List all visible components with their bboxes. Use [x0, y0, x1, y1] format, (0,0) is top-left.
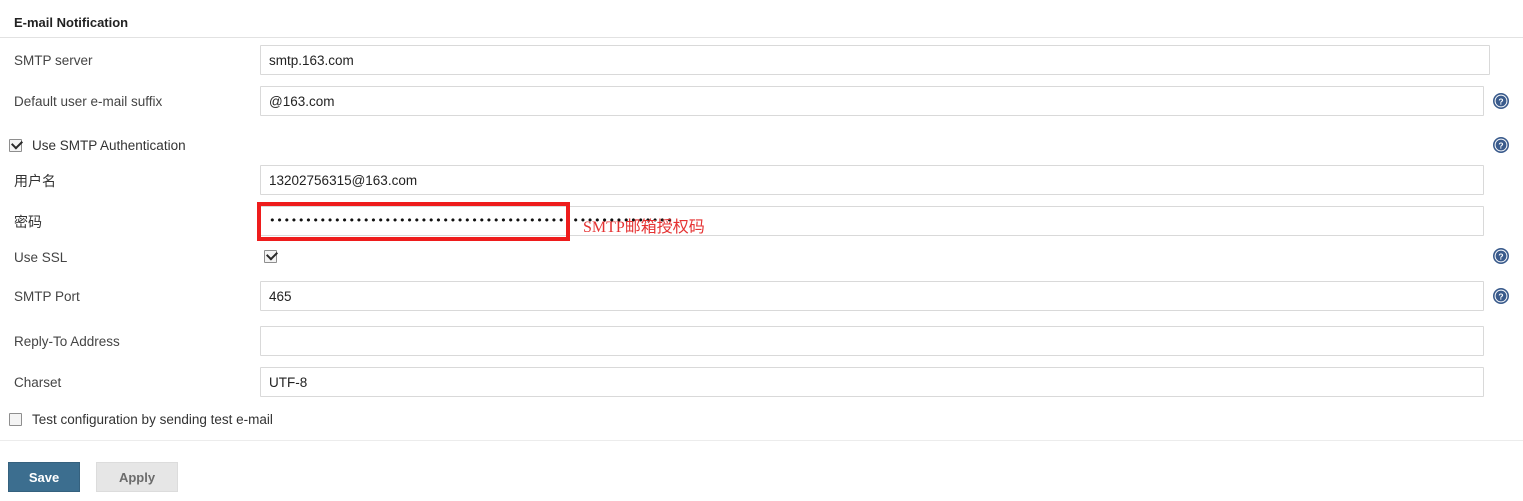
- test-configuration-checkbox[interactable]: [9, 413, 22, 426]
- svg-text:?: ?: [1498, 96, 1503, 106]
- svg-text:?: ?: [1498, 291, 1503, 301]
- smtp-port-input[interactable]: [260, 281, 1484, 311]
- page-title: E-mail Notification: [14, 15, 129, 30]
- smtp-server-input[interactable]: [260, 45, 1490, 75]
- reply-to-input[interactable]: [260, 326, 1484, 356]
- help-circle-icon[interactable]: ?: [1493, 137, 1509, 153]
- reply-to-label: Reply-To Address: [14, 334, 120, 349]
- row-username: 用户名: [0, 165, 1523, 197]
- row-smtp-auth: Use SMTP Authentication ?: [0, 130, 1523, 162]
- email-suffix-label: Default user e-mail suffix: [14, 94, 163, 109]
- password-input[interactable]: ••••••••••••••••••••••••••••••••••••••••…: [260, 206, 1484, 236]
- use-ssl-label: Use SSL: [14, 250, 68, 265]
- test-configuration-label: Test configuration by sending test e-mai…: [32, 412, 273, 427]
- use-smtp-authentication-checkbox[interactable]: [9, 139, 22, 152]
- help-circle-icon[interactable]: ?: [1493, 93, 1509, 109]
- use-smtp-authentication-label: Use SMTP Authentication: [32, 138, 186, 153]
- password-label: 密码: [14, 214, 42, 230]
- annotation-note: SMTP邮箱授权码: [583, 219, 705, 236]
- footer-divider: [0, 440, 1523, 441]
- smtp-port-label: SMTP Port: [14, 289, 80, 304]
- row-test-configuration: Test configuration by sending test e-mai…: [0, 404, 1523, 436]
- password-masked-value: ••••••••••••••••••••••••••••••••••••••••…: [269, 214, 674, 227]
- charset-label: Charset: [14, 375, 62, 390]
- row-reply-to: Reply-To Address: [0, 326, 1523, 358]
- email-notification-settings-page: E-mail Notification SMTP server Default …: [0, 0, 1523, 501]
- apply-button[interactable]: Apply: [96, 462, 178, 492]
- help-circle-icon[interactable]: ?: [1493, 288, 1509, 304]
- save-button[interactable]: Save: [8, 462, 80, 492]
- username-input[interactable]: [260, 165, 1484, 195]
- help-circle-icon[interactable]: ?: [1493, 248, 1509, 264]
- username-label: 用户名: [14, 173, 56, 189]
- charset-input[interactable]: [260, 367, 1484, 397]
- smtp-server-label: SMTP server: [14, 53, 93, 68]
- row-password: 密码 •••••••••••••••••••••••••••••••••••••…: [0, 206, 1523, 238]
- use-ssl-checkbox[interactable]: [264, 250, 277, 263]
- row-smtp-port: SMTP Port ?: [0, 281, 1523, 313]
- row-smtp-server: SMTP server: [0, 45, 1523, 77]
- svg-text:?: ?: [1498, 251, 1503, 261]
- header-divider: [0, 37, 1523, 38]
- row-use-ssl: Use SSL ?: [0, 242, 1523, 274]
- email-suffix-input[interactable]: [260, 86, 1484, 116]
- row-email-suffix: Default user e-mail suffix ?: [0, 86, 1523, 118]
- svg-text:?: ?: [1498, 140, 1503, 150]
- row-charset: Charset: [0, 367, 1523, 399]
